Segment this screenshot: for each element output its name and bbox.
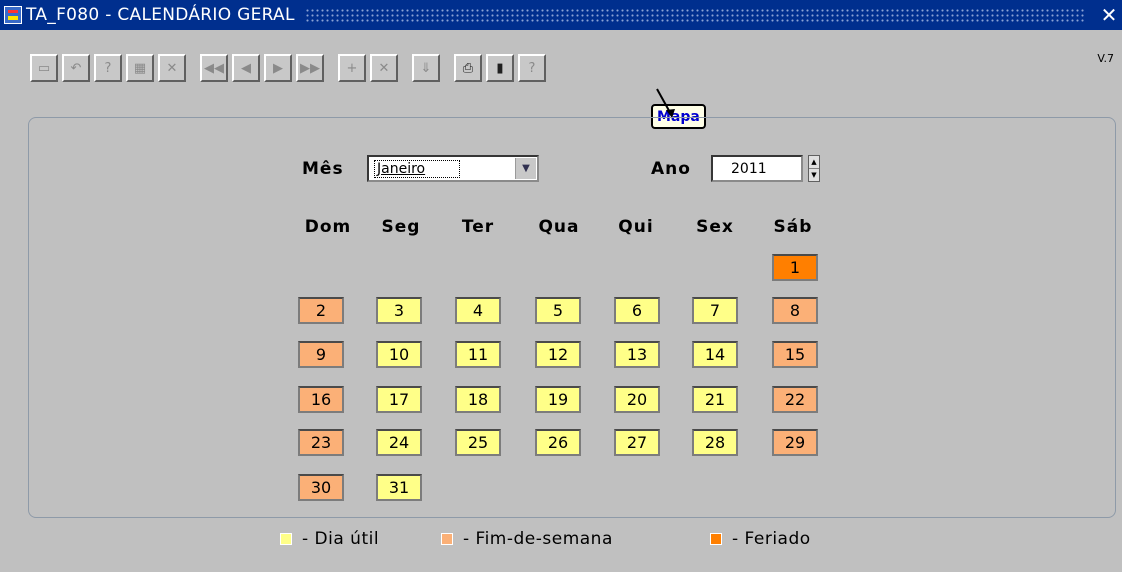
weekday-header: Sex (696, 217, 734, 237)
month-label: Mês (302, 159, 344, 179)
legend-swatch-feriado (710, 533, 722, 545)
exit-button[interactable]: ▮ (486, 54, 514, 82)
legend-swatch-util (280, 533, 292, 545)
help-button[interactable]: ? (518, 54, 546, 82)
list-values-icon: ⇓ (420, 60, 432, 76)
mouse-cursor-icon (656, 88, 675, 118)
query-button[interactable]: ? (94, 54, 122, 82)
insert-record-icon: + (346, 60, 358, 76)
next-record-button[interactable]: ▶ (264, 54, 292, 82)
month-value: Janeiro (374, 160, 461, 178)
last-record-icon: ▶▶ (300, 60, 320, 76)
day-cell[interactable]: 15 (772, 341, 818, 368)
legend-fim-de-semana: - Fim-de-semana (441, 527, 613, 551)
next-record-icon: ▶ (273, 60, 283, 76)
window-title: TA_F080 - CALENDÁRIO GERAL (26, 5, 295, 25)
day-cell[interactable]: 4 (455, 297, 501, 324)
print-button[interactable]: ⎙ (454, 54, 482, 82)
day-cell[interactable]: 31 (376, 474, 422, 501)
spinner-down-icon[interactable]: ▼ (809, 169, 819, 181)
year-label: Ano (651, 159, 691, 179)
legend-label-feriado: - Feriado (732, 529, 811, 549)
delete-record-icon: ✕ (378, 60, 390, 76)
day-cell[interactable]: 16 (298, 386, 344, 413)
legend-swatch-fim (441, 533, 453, 545)
legend-label-util: - Dia útil (302, 529, 380, 549)
weekday-header: Dom (304, 217, 352, 237)
undo-icon: ↶ (70, 60, 82, 76)
version-label: V.7 (1097, 52, 1114, 65)
month-select[interactable]: Janeiro ▼ (367, 155, 539, 182)
day-cell[interactable]: 8 (772, 297, 818, 324)
day-cell[interactable]: 29 (772, 429, 818, 456)
save-button[interactable]: ▭ (30, 54, 58, 82)
previous-record-icon: ◀ (241, 60, 251, 76)
query-icon: ? (104, 60, 112, 76)
day-cell[interactable]: 6 (614, 297, 660, 324)
undo-button[interactable]: ↶ (62, 54, 90, 82)
weekday-header: Seg (381, 217, 421, 237)
first-record-button[interactable]: ◀◀ (200, 54, 228, 82)
day-cell[interactable]: 20 (614, 386, 660, 413)
spinner-up-icon[interactable]: ▲ (809, 156, 819, 169)
printer-icon: ⎙ (462, 60, 474, 76)
day-cell[interactable]: 18 (455, 386, 501, 413)
day-cell[interactable]: 27 (614, 429, 660, 456)
year-field[interactable]: 2011 (711, 155, 803, 182)
day-cell[interactable]: 2 (298, 297, 344, 324)
day-cell[interactable]: 12 (535, 341, 581, 368)
day-cell[interactable]: 22 (772, 386, 818, 413)
cancel-query-button[interactable]: ✕ (158, 54, 186, 82)
execute-query-icon: ▦ (133, 60, 147, 76)
toolbar: ▭ ↶ ? ▦ ✕ ◀◀ ◀ ▶ ▶▶ + ✕ ⇓ ⎙ ▮ ? (30, 52, 550, 84)
year-spinner[interactable]: ▲ ▼ (808, 155, 820, 182)
insert-record-button[interactable]: + (338, 54, 366, 82)
title-bar-pattern (304, 8, 1086, 22)
last-record-button[interactable]: ▶▶ (296, 54, 324, 82)
day-cell[interactable]: 26 (535, 429, 581, 456)
day-cell[interactable]: 21 (692, 386, 738, 413)
execute-query-button[interactable]: ▦ (126, 54, 154, 82)
legend-dia-util: - Dia útil (280, 527, 379, 551)
day-cell[interactable]: 1 (772, 254, 818, 281)
legend-feriado: - Feriado (710, 527, 811, 551)
list-values-button[interactable]: ⇓ (412, 54, 440, 82)
weekday-header: Qui (618, 217, 654, 237)
day-cell[interactable]: 23 (298, 429, 344, 456)
day-cell[interactable]: 30 (298, 474, 344, 501)
day-cell[interactable]: 17 (376, 386, 422, 413)
save-icon: ▭ (37, 60, 51, 76)
chevron-down-icon[interactable]: ▼ (515, 158, 536, 179)
day-cell[interactable]: 25 (455, 429, 501, 456)
weekday-header: Ter (461, 217, 495, 237)
day-cell[interactable]: 13 (614, 341, 660, 368)
help-icon: ? (528, 60, 536, 76)
cancel-query-icon: ✕ (166, 60, 178, 76)
previous-record-button[interactable]: ◀ (232, 54, 260, 82)
day-cell[interactable]: 28 (692, 429, 738, 456)
weekday-header: Sáb (773, 217, 813, 237)
first-record-icon: ◀◀ (204, 60, 224, 76)
day-cell[interactable]: 19 (535, 386, 581, 413)
day-cell[interactable]: 10 (376, 341, 422, 368)
weekday-header: Qua (538, 217, 580, 237)
day-cell[interactable]: 9 (298, 341, 344, 368)
legend-label-fim: - Fim-de-semana (463, 529, 613, 549)
day-cell[interactable]: 14 (692, 341, 738, 368)
exit-door-icon: ▮ (496, 60, 504, 76)
day-cell[interactable]: 7 (692, 297, 738, 324)
day-cell[interactable]: 3 (376, 297, 422, 324)
day-cell[interactable]: 24 (376, 429, 422, 456)
day-cell[interactable]: 5 (535, 297, 581, 324)
delete-record-button[interactable]: ✕ (370, 54, 398, 82)
close-icon[interactable]: ✕ (1096, 3, 1122, 27)
title-bar: TA_F080 - CALENDÁRIO GERAL ✕ (0, 0, 1122, 30)
day-cell[interactable]: 11 (455, 341, 501, 368)
app-icon (4, 6, 22, 24)
